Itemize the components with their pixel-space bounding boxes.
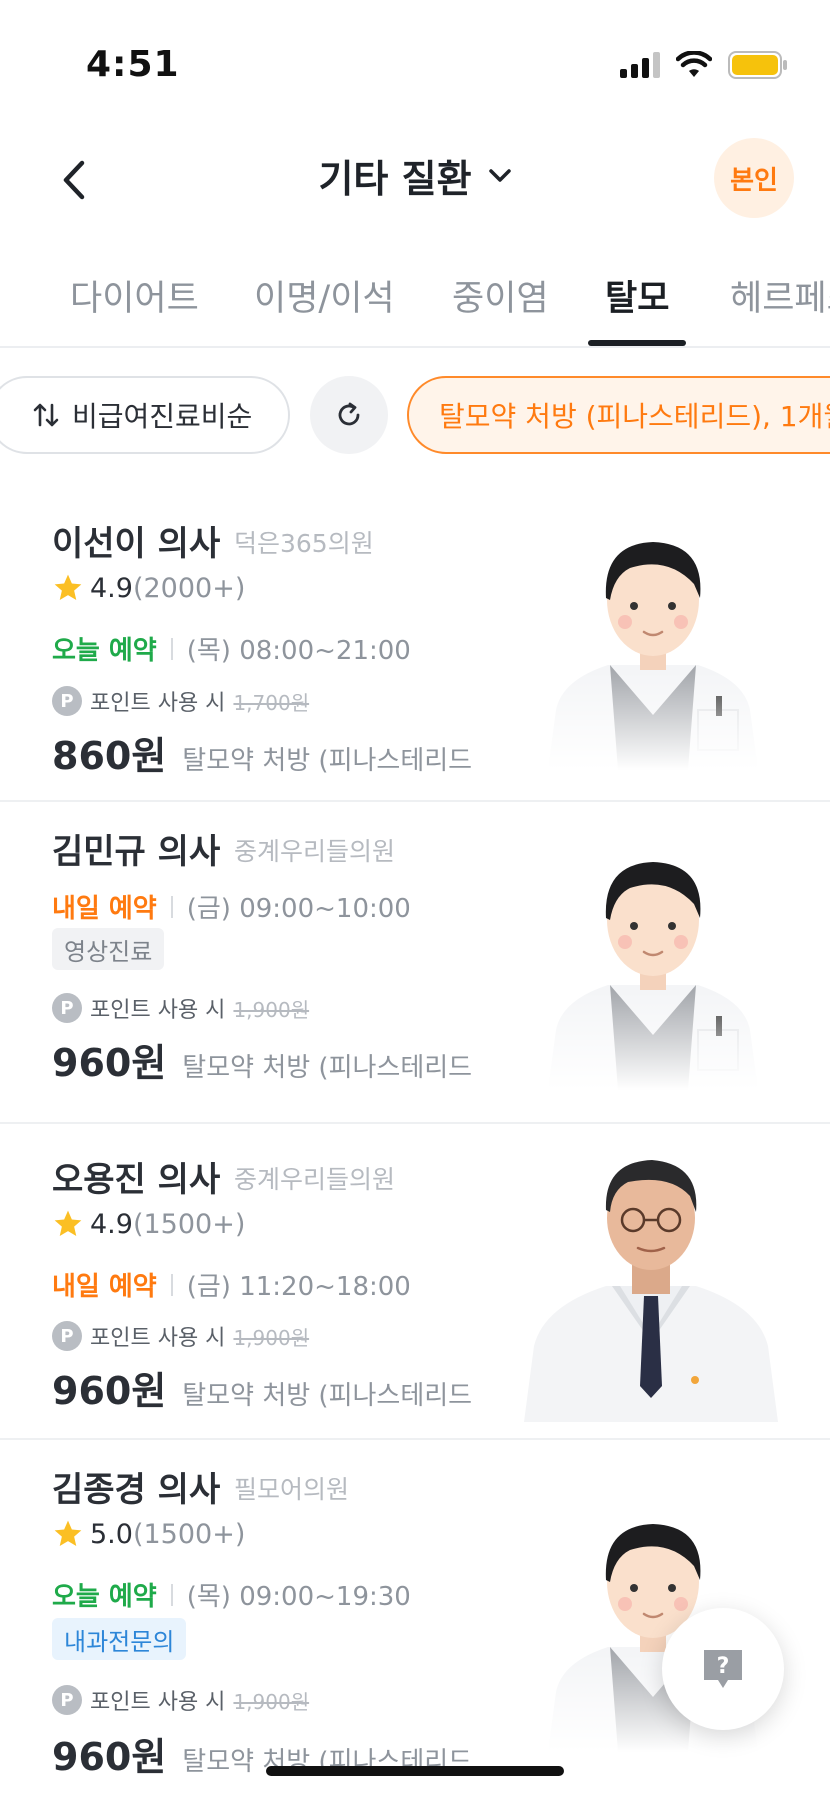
opening-hours: (목) 09:00~19:30 <box>186 1582 411 1612</box>
treatment-description: 탈모약 처방 (피나스테리드 <box>182 1053 473 1083</box>
tab-hair-loss[interactable]: 탈모 <box>605 270 669 321</box>
point-icon: P <box>52 993 82 1023</box>
availability: 오늘 예약 (목) 09:00~19:30 <box>52 1576 411 1613</box>
header: 기타 질환 본인 <box>0 120 830 240</box>
doctor-card[interactable]: 김민규 의사 중계우리들의원 내일 예약 (금) 09:00~10:00 영상진… <box>0 804 830 1124</box>
tab-diet[interactable]: 다이어트 <box>70 270 199 321</box>
original-price: 1,900원 <box>233 1325 310 1350</box>
price-row: 960원 탈모약 처방 (피나스테리드 <box>52 1032 472 1087</box>
doctor-name: 김민규 의사 <box>52 832 221 872</box>
original-price: 1,900원 <box>233 1689 310 1714</box>
price: 960원 <box>52 1041 167 1085</box>
point-info: P 포인트 사용 시 1,700원 <box>52 685 309 717</box>
refresh-button[interactable] <box>310 376 388 454</box>
treatment-description: 탈모약 처방 (피나스테리드 <box>182 746 473 776</box>
price-row: 960원 탈모약 처방 (피나스테리드 <box>52 1360 472 1415</box>
availability: 오늘 예약 (목) 08:00~21:00 <box>52 630 411 667</box>
clinic-name: 필모어의원 <box>234 1475 350 1504</box>
status-bar: 4:51 <box>0 0 830 120</box>
star-icon <box>54 1210 82 1236</box>
point-icon: P <box>52 1685 82 1715</box>
treatment-description: 탈모약 처방 (피나스테리드 <box>182 1381 473 1411</box>
status-time: 4:51 <box>86 44 180 85</box>
point-icon: P <box>52 1321 82 1351</box>
rating-score: 5.0 <box>90 1518 133 1550</box>
rating: 4.9 (1500+) <box>52 1208 245 1240</box>
point-info: P 포인트 사용 시 1,900원 <box>52 1320 309 1352</box>
divider <box>170 1273 173 1296</box>
availability-status: 오늘 예약 <box>52 636 157 666</box>
rating-count: (1500+) <box>132 1208 246 1240</box>
rating: 5.0 (1500+) <box>52 1518 245 1550</box>
availability-status: 내일 예약 <box>52 894 157 924</box>
original-price: 1,700원 <box>233 690 310 715</box>
point-label: 포인트 사용 시 <box>90 1326 226 1351</box>
category-tabs: 다이어트 이명/이석 중이염 탈모 헤르페스 <box>0 258 830 348</box>
help-icon: ? <box>704 1650 742 1688</box>
point-label: 포인트 사용 시 <box>90 691 226 716</box>
condition-filter-chip[interactable]: 탈모약 처방 (피나스테리드), 1개월 <box>407 376 830 454</box>
point-label: 포인트 사용 시 <box>90 1690 226 1715</box>
doctor-card[interactable]: 오용진 의사 중계우리들의원 4.9 (1500+) 내일 예약 (금) 11:2… <box>0 1126 830 1440</box>
doctor-name: 이선이 의사 <box>52 524 221 564</box>
battery-icon <box>728 51 787 79</box>
tab-herpes[interactable]: 헤르페스 <box>730 270 830 321</box>
point-icon: P <box>52 686 82 716</box>
original-price: 1,900원 <box>233 997 310 1022</box>
price: 960원 <box>52 1369 167 1413</box>
clinic-name: 중계우리들의원 <box>234 837 396 866</box>
chevron-down-icon <box>488 168 511 182</box>
doctor-illustration <box>548 840 758 1090</box>
point-info: P 포인트 사용 시 1,900원 <box>52 992 309 1024</box>
rating: 4.9 (2000+) <box>52 572 245 604</box>
svg-text:?: ? <box>717 1654 730 1679</box>
home-indicator <box>266 1766 564 1776</box>
doctor-illustration <box>548 520 758 770</box>
doctor-card[interactable]: 이선이 의사 덕은365의원 4.9 (2000+) 오늘 예약 (목) 08:0… <box>0 480 830 802</box>
tab-tinnitus[interactable]: 이명/이석 <box>254 270 395 321</box>
availability-status: 오늘 예약 <box>52 1582 157 1612</box>
star-icon <box>54 1520 82 1546</box>
price: 960원 <box>52 1735 167 1779</box>
divider <box>170 895 173 918</box>
clinic-name: 덕은365의원 <box>234 529 374 558</box>
price-row: 860원 탈모약 처방 (피나스테리드 <box>52 725 472 780</box>
doctor-name: 오용진 의사 <box>52 1160 221 1200</box>
rating-count: (2000+) <box>132 572 246 604</box>
wifi-icon <box>676 51 712 77</box>
rating-count: (1500+) <box>132 1518 246 1550</box>
active-tab-indicator <box>588 340 686 346</box>
refresh-icon <box>338 402 360 426</box>
opening-hours: (목) 08:00~21:00 <box>186 636 411 666</box>
disease-selector[interactable]: 기타 질환 <box>0 148 830 203</box>
star-icon <box>54 574 82 600</box>
availability: 내일 예약 (금) 09:00~10:00 <box>52 888 411 925</box>
tab-otitis[interactable]: 중이염 <box>452 270 549 321</box>
status-icons <box>620 48 788 82</box>
sort-button[interactable]: 비급여진료비순 <box>0 376 290 454</box>
opening-hours: (금) 11:20~18:00 <box>186 1272 411 1302</box>
availability: 내일 예약 (금) 11:20~18:00 <box>52 1266 411 1303</box>
clinic-name: 중계우리들의원 <box>234 1165 396 1194</box>
point-label: 포인트 사용 시 <box>90 998 226 1023</box>
rating-score: 4.9 <box>90 572 133 604</box>
divider <box>170 637 173 660</box>
service-tag: 영상진료 <box>52 928 165 970</box>
availability-status: 내일 예약 <box>52 1272 157 1302</box>
help-button[interactable]: ? <box>662 1608 784 1730</box>
price: 860원 <box>52 734 167 778</box>
filter-bar: 비급여진료비순 탈모약 처방 (피나스테리드), 1개월 <box>0 372 830 458</box>
doctor-name: 김종경 의사 <box>52 1470 221 1510</box>
patient-self-button[interactable]: 본인 <box>714 138 794 218</box>
specialty-tag: 내과전문의 <box>52 1618 187 1660</box>
page-title: 기타 질환 <box>318 157 472 201</box>
opening-hours: (금) 09:00~10:00 <box>186 894 411 924</box>
point-info: P 포인트 사용 시 1,900원 <box>52 1684 309 1716</box>
divider <box>170 1583 173 1606</box>
cellular-signal-icon <box>620 52 660 78</box>
sort-label: 비급여진료비순 <box>72 400 253 433</box>
sort-icon <box>33 403 59 427</box>
rating-score: 4.9 <box>90 1208 133 1240</box>
doctor-photo <box>524 1160 778 1422</box>
